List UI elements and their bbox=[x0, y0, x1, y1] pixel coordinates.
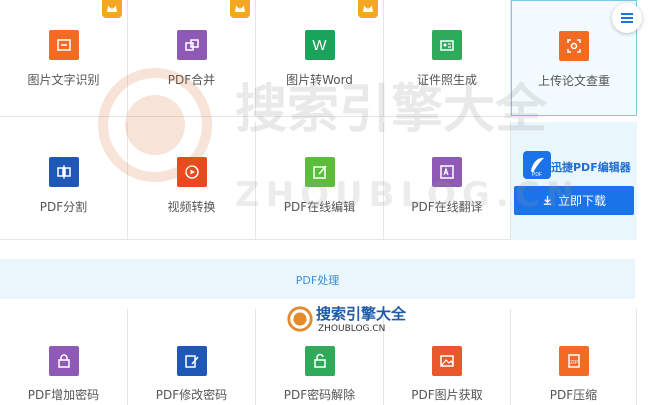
merge-icon bbox=[176, 30, 207, 60]
download-button[interactable]: 立即下载 bbox=[514, 186, 634, 215]
tool-pdf-online-edit[interactable]: PDF在线编辑 bbox=[256, 122, 384, 240]
edit-icon bbox=[304, 157, 335, 187]
tool-label: 图片转Word bbox=[286, 73, 353, 87]
translate-icon bbox=[432, 157, 462, 187]
tool-pdf-remove-password[interactable]: PDF密码解除 bbox=[256, 309, 384, 405]
tool-label: PDF密码解除 bbox=[283, 388, 356, 402]
tool-label: 图片文字识别 bbox=[27, 73, 100, 87]
id-photo-icon bbox=[432, 30, 462, 60]
edit-lock-icon bbox=[176, 346, 207, 376]
vip-crown-icon bbox=[102, 0, 122, 18]
download-icon bbox=[543, 195, 552, 205]
menu-button[interactable] bbox=[612, 3, 642, 33]
tool-pdf-extract-images[interactable]: PDF图片获取 bbox=[384, 309, 511, 405]
section-header-pdf: PDF处理 bbox=[0, 259, 635, 299]
svg-text:PDF: PDF bbox=[532, 172, 542, 178]
tool-label: PDF图片获取 bbox=[411, 388, 483, 402]
video-convert-icon bbox=[176, 157, 207, 187]
tool-pdf-add-password[interactable]: PDF增加密码 bbox=[0, 309, 128, 405]
tool-pdf-online-translate[interactable]: PDF在线翻译 bbox=[384, 122, 511, 240]
zip-icon: ZIP bbox=[558, 346, 589, 376]
tool-id-photo[interactable]: 证件照生成 bbox=[384, 0, 511, 117]
tool-label: PDF在线翻译 bbox=[411, 200, 483, 214]
image-icon bbox=[432, 346, 462, 376]
split-icon bbox=[48, 157, 79, 187]
tool-pdf-change-password[interactable]: PDF修改密码 bbox=[128, 309, 256, 405]
tool-label: 上传论文查重 bbox=[537, 74, 610, 88]
image-text-icon bbox=[48, 30, 79, 60]
vip-crown-icon bbox=[358, 0, 378, 18]
tool-row-1: 图片文字识别 PDF合并 W 图片转Word 证件照生成 上传论文查重 bbox=[0, 0, 648, 117]
tool-pdf-split[interactable]: PDF分割 bbox=[0, 122, 128, 240]
tool-label: 证件照生成 bbox=[416, 73, 477, 87]
tool-label: PDF合并 bbox=[167, 73, 216, 87]
tool-label: PDF修改密码 bbox=[155, 388, 228, 402]
tool-pdf-merge[interactable]: PDF合并 bbox=[128, 0, 256, 117]
tool-image-to-word[interactable]: W 图片转Word bbox=[256, 0, 384, 117]
tool-image-text-ocr[interactable]: 图片文字识别 bbox=[0, 0, 128, 117]
section-title: PDF处理 bbox=[295, 274, 340, 287]
promo-panel: PDF 迅捷PDF编辑器 立即下载 bbox=[511, 122, 637, 240]
tool-video-convert[interactable]: 视频转换 bbox=[128, 122, 256, 240]
paper-check-icon bbox=[559, 31, 589, 61]
download-label: 立即下载 bbox=[557, 194, 606, 208]
tool-label: PDF在线编辑 bbox=[283, 200, 356, 214]
hamburger-icon bbox=[621, 13, 633, 23]
svg-text:ZIP: ZIP bbox=[570, 360, 578, 366]
tool-row-3: PDF增加密码 PDF修改密码 PDF密码解除 PDF图片获取 ZIP PDF压… bbox=[0, 309, 648, 405]
promo-title: 迅捷PDF编辑器 bbox=[551, 161, 631, 174]
word-icon: W bbox=[304, 30, 335, 60]
tool-label: PDF增加密码 bbox=[27, 388, 100, 402]
pdf-editor-logo-icon: PDF bbox=[523, 151, 551, 179]
unlock-icon bbox=[304, 346, 335, 376]
tool-label: PDF压缩 bbox=[549, 388, 598, 402]
tool-label: PDF分割 bbox=[39, 200, 88, 214]
tool-pdf-compress[interactable]: ZIP PDF压缩 bbox=[511, 309, 637, 405]
tool-label: 视频转换 bbox=[167, 200, 216, 214]
vip-crown-icon bbox=[230, 0, 250, 18]
lock-icon bbox=[48, 346, 79, 376]
